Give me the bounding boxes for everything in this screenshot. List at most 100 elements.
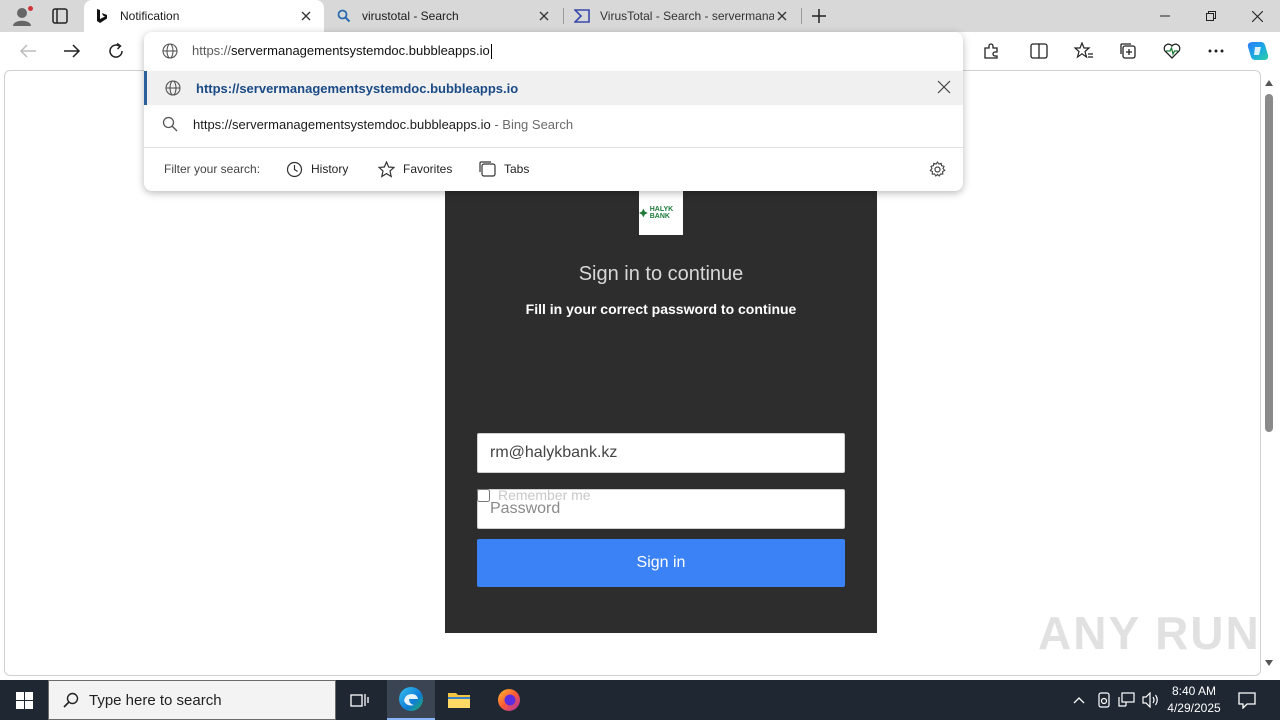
watermark: ANY RUN xyxy=(1038,607,1261,659)
clock-date: 4/29/2025 xyxy=(1167,701,1221,715)
star-icon xyxy=(378,160,395,178)
suggestion-bing-search[interactable]: https://servermanagementsystemdoc.bubble… xyxy=(144,107,963,141)
suggestion-url[interactable]: https://servermanagementsystemdoc.bubble… xyxy=(144,71,963,105)
arrow-right-icon xyxy=(64,44,81,58)
page-scrollbar[interactable] xyxy=(1262,74,1276,672)
tab-title: Notification xyxy=(120,9,180,23)
show-hidden-icons-button[interactable] xyxy=(1069,690,1089,710)
history-icon xyxy=(286,161,303,177)
windows-icon xyxy=(15,691,33,709)
edge-icon xyxy=(399,687,423,711)
back-button[interactable] xyxy=(14,38,42,64)
close-tab-icon[interactable] xyxy=(774,8,790,24)
remember-me-checkbox[interactable] xyxy=(477,488,490,502)
folder-icon xyxy=(448,693,470,708)
collections-icon xyxy=(1120,43,1136,59)
forward-button[interactable] xyxy=(58,38,86,64)
remember-me-label: Remember me xyxy=(498,487,591,503)
volume-icon xyxy=(1142,692,1158,708)
taskbar-search-placeholder: Type here to search xyxy=(89,691,222,709)
browser-essentials-button[interactable] xyxy=(1158,38,1186,64)
filter-history[interactable]: History xyxy=(286,156,348,182)
close-icon xyxy=(1251,10,1263,22)
close-window-button[interactable] xyxy=(1234,0,1280,32)
device-icon xyxy=(1098,692,1110,708)
new-tab-button[interactable] xyxy=(808,6,830,26)
scroll-thumb[interactable] xyxy=(1265,94,1273,432)
filter-label: Filter your search: xyxy=(164,162,261,176)
chevron-up-icon xyxy=(1073,697,1085,704)
remove-suggestion-icon[interactable] xyxy=(937,80,951,94)
leaf-logo-icon xyxy=(639,208,648,218)
email-field[interactable] xyxy=(477,433,845,473)
star-list-icon xyxy=(1074,42,1093,59)
volume-button[interactable] xyxy=(1141,690,1161,710)
refresh-button[interactable] xyxy=(102,38,130,64)
search-icon xyxy=(336,8,352,24)
copilot-button[interactable] xyxy=(1244,38,1272,64)
signin-button[interactable]: Sign in xyxy=(477,539,845,587)
start-button[interactable] xyxy=(0,680,48,720)
close-tab-icon[interactable] xyxy=(298,8,314,24)
filter-tabs[interactable]: Tabs xyxy=(479,156,529,182)
address-input[interactable]: https://servermanagementsystemdoc.bubble… xyxy=(192,43,492,60)
filter-favorites[interactable]: Favorites xyxy=(378,156,452,182)
collections-button[interactable] xyxy=(1114,38,1142,64)
task-view-button[interactable] xyxy=(336,680,384,720)
task-view-icon xyxy=(350,694,369,707)
clock-time: 8:40 AM xyxy=(1171,684,1217,698)
taskbar-clock[interactable]: 8:40 AM 4/29/2025 xyxy=(1160,683,1228,717)
minimize-icon xyxy=(1160,15,1170,17)
edge-taskbar-button[interactable] xyxy=(387,680,435,720)
gear-icon[interactable] xyxy=(929,161,946,178)
search-filters: Filter your search: History Favorites Ta… xyxy=(144,148,963,191)
copilot-icon xyxy=(1247,42,1269,60)
tab-notification[interactable]: Notification xyxy=(84,0,324,32)
firefox-icon xyxy=(498,689,520,711)
heart-pulse-icon xyxy=(1163,43,1181,59)
suggestion-text: https://servermanagementsystemdoc.bubble… xyxy=(193,116,574,132)
tab-virustotal-results[interactable]: VirusTotal - Search - servermanag xyxy=(564,0,800,32)
suggestion-text: https://servermanagementsystemdoc.bubble… xyxy=(196,80,519,96)
tab-actions-button[interactable] xyxy=(48,6,72,26)
address-bar-dropdown: https://servermanagementsystemdoc.bubble… xyxy=(144,32,963,191)
settings-menu-button[interactable] xyxy=(1202,38,1230,64)
extensions-button[interactable] xyxy=(977,38,1005,64)
remember-me[interactable]: Remember me xyxy=(477,487,591,503)
taskbar-search[interactable]: Type here to search xyxy=(48,680,336,720)
tabs-icon xyxy=(479,161,496,177)
file-explorer-button[interactable] xyxy=(435,680,483,720)
tab-strip: Notification virustotal - Search VirusTo… xyxy=(0,0,1280,32)
restore-button[interactable] xyxy=(1188,0,1234,32)
page-subtitle: Fill in your correct password to continu… xyxy=(525,301,797,317)
tab-actions-icon xyxy=(52,8,68,24)
search-icon xyxy=(63,692,79,708)
refresh-icon xyxy=(109,42,123,58)
network-button[interactable] xyxy=(1117,690,1137,710)
firefox-button[interactable] xyxy=(485,680,533,720)
globe-icon xyxy=(165,80,181,96)
tab-title: VirusTotal - Search - servermanag xyxy=(600,9,774,23)
split-screen-icon xyxy=(1030,43,1048,59)
globe-icon xyxy=(162,43,178,59)
tab-title: virustotal - Search xyxy=(362,9,459,23)
split-screen-button[interactable] xyxy=(1025,38,1053,64)
arrow-left-icon xyxy=(19,44,36,58)
taskbar: Type here to search 8:40 AM 4/29/2025 xyxy=(0,680,1280,720)
minimize-button[interactable] xyxy=(1142,0,1188,32)
logo-text: HALYK BANK xyxy=(649,206,674,220)
page-title: Sign in to continue xyxy=(578,263,744,285)
favorites-button[interactable] xyxy=(1070,38,1098,64)
notifications-button[interactable] xyxy=(1237,690,1257,710)
tab-virustotal-search[interactable]: virustotal - Search xyxy=(326,0,562,32)
address-bar[interactable]: https://servermanagementsystemdoc.bubble… xyxy=(144,32,963,70)
search-icon xyxy=(162,116,178,132)
notification-center-icon xyxy=(1238,691,1256,709)
bank-logo: HALYK BANK xyxy=(639,191,683,235)
bing-icon xyxy=(94,8,110,24)
notification-dot xyxy=(27,5,34,12)
tray-app-button[interactable] xyxy=(1094,690,1114,710)
profile-button[interactable] xyxy=(8,4,36,28)
plus-icon xyxy=(812,9,826,23)
close-tab-icon[interactable] xyxy=(536,8,552,24)
